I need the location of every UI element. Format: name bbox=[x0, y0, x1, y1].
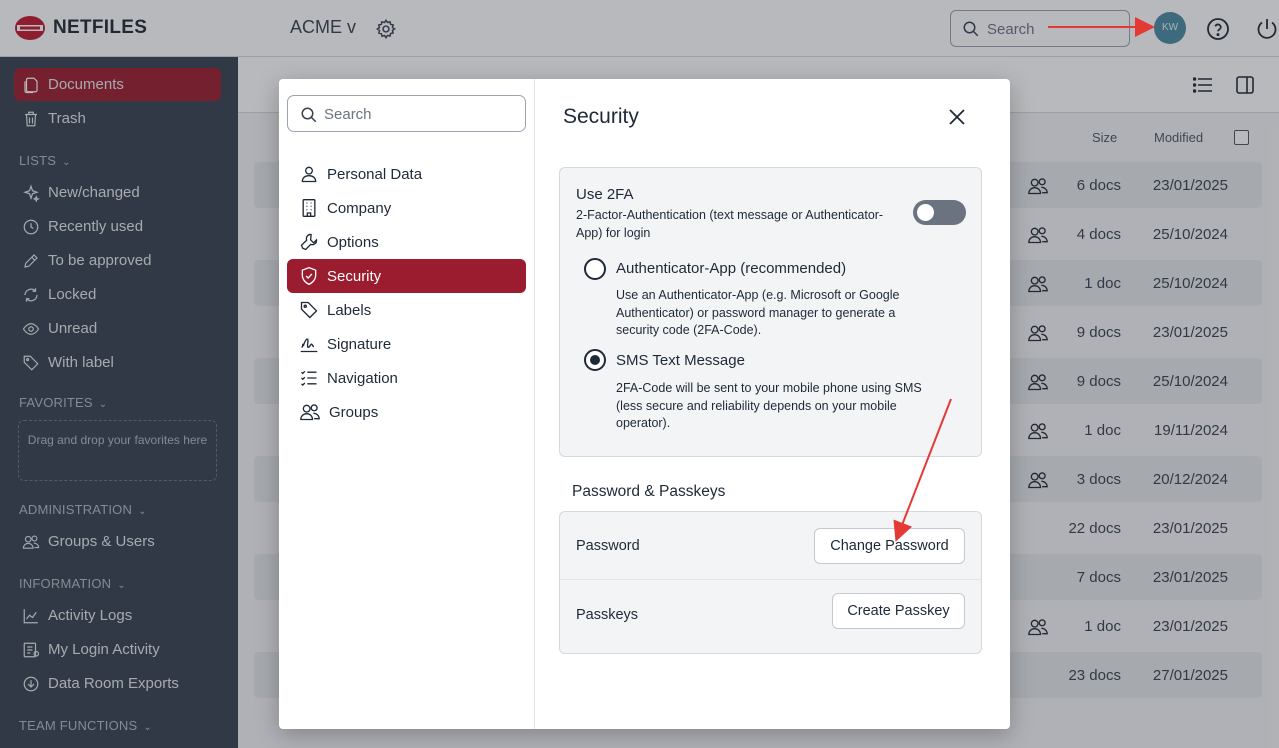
settings-nav-navigation[interactable]: Navigation bbox=[287, 361, 526, 395]
option-sms-description: 2FA-Code will be sent to your mobile pho… bbox=[616, 381, 922, 430]
person-icon bbox=[301, 166, 317, 183]
create-passkey-button[interactable]: Create Passkey bbox=[832, 593, 965, 629]
close-icon[interactable] bbox=[947, 107, 967, 132]
password-label: Password bbox=[576, 538, 640, 554]
search-placeholder: Search bbox=[324, 106, 372, 123]
settings-nav-personal-data[interactable]: Personal Data bbox=[287, 157, 526, 191]
settings-nav-groups[interactable]: Groups bbox=[287, 395, 526, 429]
radio-authenticator-app[interactable] bbox=[584, 258, 606, 280]
dialog-title: Security bbox=[563, 105, 639, 128]
change-password-button[interactable]: Change Password bbox=[814, 528, 965, 564]
settings-nav-label: Options bbox=[327, 233, 379, 251]
settings-dialog: Search Personal Data Company Options Sec… bbox=[279, 79, 1010, 729]
passkeys-label: Passkeys bbox=[576, 607, 639, 623]
twofa-toggle[interactable] bbox=[913, 200, 966, 225]
passkeys-row: Passkeys Create Passkey bbox=[560, 581, 981, 653]
building-icon bbox=[302, 199, 316, 217]
settings-nav-security[interactable]: Security bbox=[287, 259, 526, 293]
users-icon bbox=[300, 404, 320, 421]
checklist-icon bbox=[301, 370, 317, 387]
settings-nav-label: Navigation bbox=[327, 369, 398, 387]
settings-nav-label: Groups bbox=[329, 403, 379, 421]
settings-nav-signature[interactable]: Signature bbox=[287, 327, 526, 361]
settings-nav: Search Personal Data Company Options Sec… bbox=[279, 79, 535, 729]
settings-nav-options[interactable]: Options bbox=[287, 225, 526, 259]
option-authenticator-title: Authenticator-App (recommended) bbox=[616, 260, 847, 277]
shield-icon bbox=[301, 266, 317, 286]
password-row: Password Change Password bbox=[560, 512, 981, 580]
wrench-icon bbox=[300, 233, 318, 251]
settings-nav-label: Company bbox=[327, 199, 392, 217]
settings-nav-label: Signature bbox=[327, 335, 392, 353]
twofa-description: 2-Factor-Authentication (text message or… bbox=[576, 208, 884, 240]
option-authenticator-description: Use an Authenticator-App (e.g. Microsoft… bbox=[616, 288, 900, 337]
password-card: Password Change Password Passkeys Create… bbox=[559, 511, 982, 654]
settings-nav-label: Security bbox=[327, 267, 382, 285]
settings-nav-label: Labels bbox=[327, 301, 372, 319]
signature-icon bbox=[300, 338, 318, 353]
tag-icon bbox=[300, 301, 318, 319]
search-icon bbox=[301, 107, 317, 123]
radio-sms[interactable] bbox=[584, 349, 606, 371]
option-sms-title: SMS Text Message bbox=[616, 352, 745, 369]
password-section-heading: Password & Passkeys bbox=[572, 483, 726, 500]
settings-nav-labels[interactable]: Labels bbox=[287, 293, 526, 327]
twofa-title: Use 2FA bbox=[576, 186, 634, 203]
settings-nav-label: Personal Data bbox=[327, 165, 423, 183]
twofa-card: Use 2FA 2-Factor-Authentication (text me… bbox=[559, 167, 982, 457]
settings-search-input[interactable]: Search bbox=[287, 95, 526, 132]
settings-nav-company[interactable]: Company bbox=[287, 191, 526, 225]
